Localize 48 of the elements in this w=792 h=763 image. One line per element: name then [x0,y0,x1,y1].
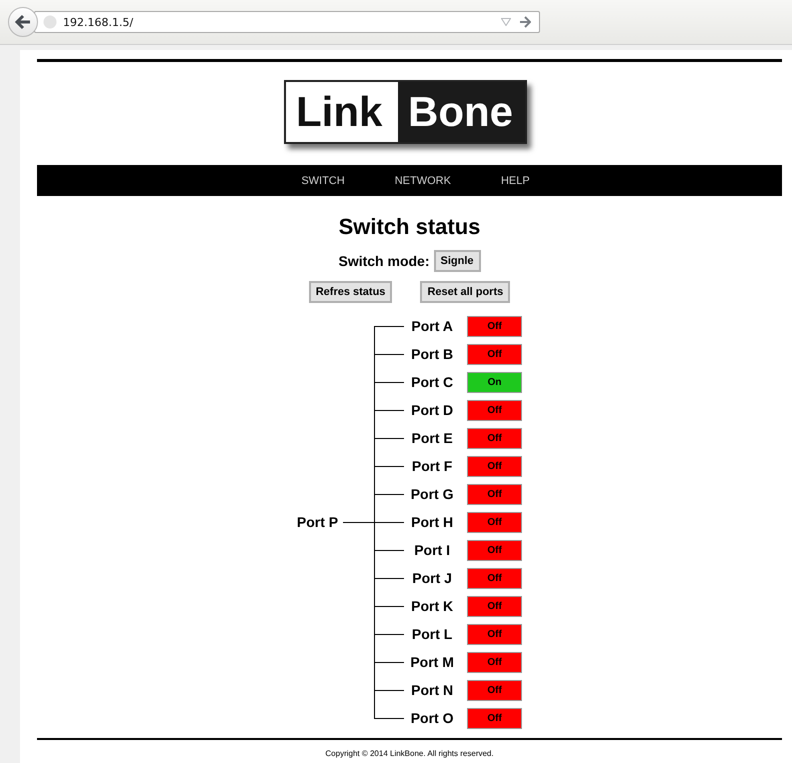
logo-text: Link [286,82,398,142]
page-title: Switch status [338,214,480,240]
port-status-button[interactable]: Off [467,540,522,560]
port-label: Port A [410,318,454,334]
port-label: Port H [410,514,454,530]
port-label: Port P [296,514,338,530]
back-arrow-icon [14,14,32,30]
globe-icon [43,15,57,29]
address-bar[interactable]: 192.168.1.5/ [34,11,540,33]
back-button[interactable] [8,7,38,37]
action-button[interactable]: Reset all ports [420,281,510,303]
port-label: Port E [410,430,454,446]
address-text: 192.168.1.5/ [63,16,134,28]
logo-text: Bone [398,82,525,142]
port-label: Port K [410,598,454,614]
port-status-button[interactable]: Off [467,680,522,700]
port-status-button[interactable]: Off [467,344,522,364]
port-label: Port O [410,710,454,726]
copyright-text: Copyright © 2014 LinkBone. All rights reserved. [325,749,494,758]
port-status-button[interactable]: Off [467,624,522,644]
port-status-button[interactable]: Off [467,316,522,336]
port-label: Port D [410,402,454,418]
port-label: Port B [410,346,454,362]
port-label: Port F [410,458,454,474]
port-status-button[interactable]: Off [467,596,522,616]
port-status-button[interactable]: Off [467,708,522,728]
port-status-button[interactable]: Off [467,484,522,504]
port-label: Port C [410,374,454,390]
port-label: Port M [409,654,455,670]
port-status-button[interactable]: Off [467,428,522,448]
go-arrow-icon[interactable] [519,16,531,28]
port-label: Port G [410,486,454,502]
port-label: Port J [411,570,453,586]
port-status-button[interactable]: Off [467,512,522,532]
nav-link[interactable]: NETWORK [394,174,451,186]
port-status-button[interactable]: On [467,372,522,392]
action-button[interactable]: Refres status [308,281,392,303]
port-status-button[interactable]: Off [467,652,522,672]
port-label: Port L [410,626,454,642]
switch-mode-label: Switch mode: [338,253,430,269]
switch-mode-button[interactable]: Signle [434,250,481,272]
nav-link[interactable]: SWITCH [301,174,345,186]
port-label: Port N [410,682,454,698]
port-status-button[interactable]: Off [467,400,522,420]
nav-link[interactable]: HELP [500,174,530,186]
port-status-button[interactable]: Off [467,568,522,588]
port-label: Port I [413,542,451,558]
port-status-button[interactable]: Off [467,456,522,476]
